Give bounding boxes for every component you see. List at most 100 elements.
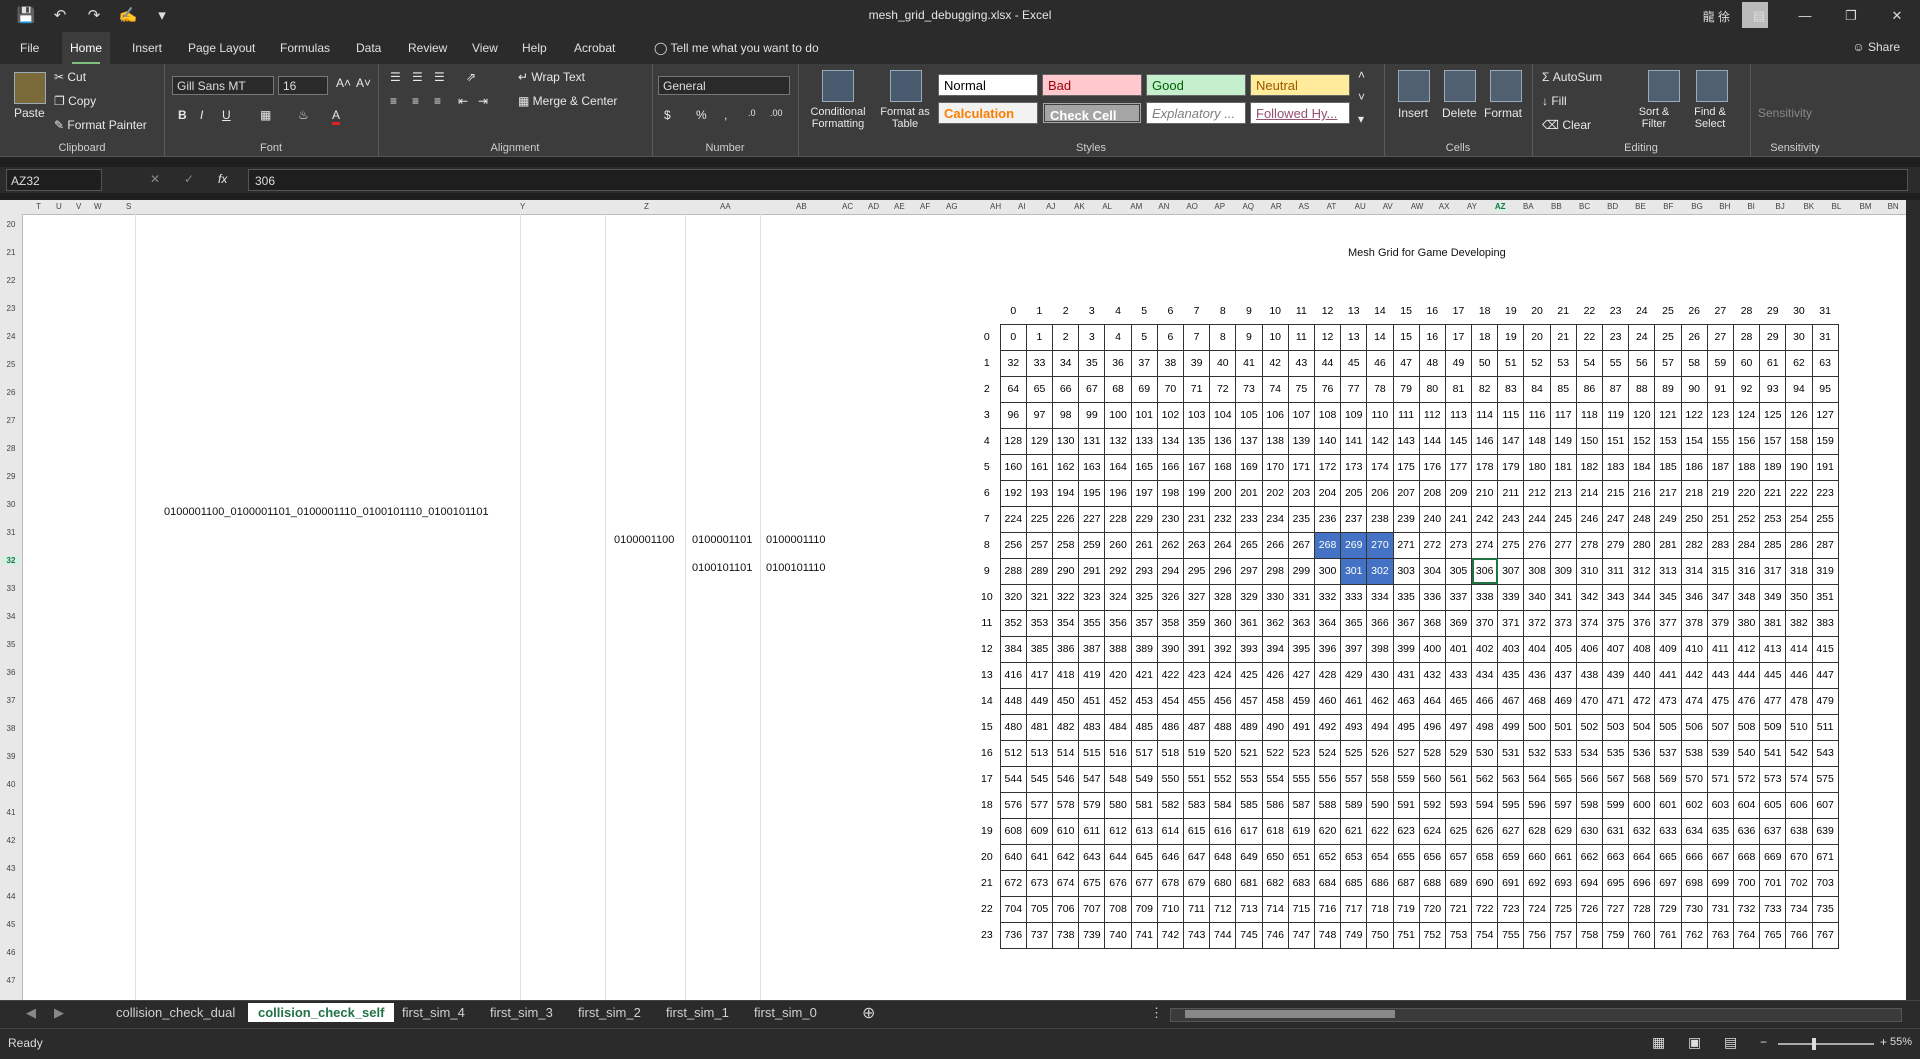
- grid-cell[interactable]: 723: [1497, 895, 1525, 923]
- grid-cell[interactable]: 280: [1628, 531, 1656, 559]
- grid-cell[interactable]: 727: [1601, 895, 1630, 923]
- grid-cell[interactable]: 600: [1628, 791, 1656, 819]
- grid-cell[interactable]: 105: [1235, 401, 1263, 429]
- row-header[interactable]: 45: [2, 920, 20, 929]
- grid-cell[interactable]: 471: [1601, 687, 1630, 715]
- grid-cell[interactable]: 194: [1052, 479, 1080, 507]
- grid-row-index[interactable]: 15: [974, 714, 1000, 740]
- grid-cell[interactable]: 84: [1523, 375, 1551, 403]
- grid-cell[interactable]: 165: [1130, 453, 1158, 481]
- grid-cell[interactable]: 218: [1680, 479, 1708, 507]
- grid-row-index[interactable]: 19: [974, 818, 1000, 844]
- grid-cell[interactable]: 330: [1261, 583, 1289, 611]
- grid-cell[interactable]: 128: [999, 427, 1027, 455]
- grid-cell[interactable]: 649: [1235, 843, 1263, 871]
- grid-cell[interactable]: 102: [1156, 401, 1185, 429]
- grid-cell[interactable]: 179: [1497, 453, 1525, 481]
- grid-cell[interactable]: 515: [1078, 739, 1106, 767]
- grid-row-index[interactable]: 8: [974, 532, 1000, 558]
- paste-button[interactable]: Paste: [14, 106, 45, 120]
- grid-cell[interactable]: 677: [1130, 869, 1158, 897]
- number-format-select[interactable]: General: [658, 76, 790, 95]
- grid-cell[interactable]: 139: [1287, 427, 1315, 455]
- grid-cell[interactable]: 331: [1287, 583, 1315, 611]
- grid-cell[interactable]: 248: [1628, 505, 1656, 533]
- grid-cell[interactable]: 645: [1130, 843, 1158, 871]
- grid-cell[interactable]: 229: [1130, 505, 1158, 533]
- grid-cell[interactable]: 492: [1313, 713, 1342, 741]
- format-as-table-button[interactable]: Format as Table: [878, 106, 932, 130]
- grid-cell[interactable]: 284: [1732, 531, 1761, 559]
- grid-cell[interactable]: 205: [1340, 479, 1368, 507]
- grid-cell[interactable]: 338: [1471, 583, 1499, 611]
- grid-col-index[interactable]: 23: [1603, 298, 1629, 324]
- style-normal[interactable]: Normal: [938, 74, 1038, 96]
- grid-cell[interactable]: 276: [1523, 531, 1551, 559]
- grid-cell[interactable]: 433: [1444, 661, 1473, 689]
- grid-cell[interactable]: 201: [1235, 479, 1263, 507]
- grid-cell[interactable]: 40: [1209, 349, 1237, 377]
- grid-cell[interactable]: 308: [1523, 557, 1551, 585]
- grid-cell[interactable]: 130: [1052, 427, 1080, 455]
- grid-cell[interactable]: 437: [1549, 661, 1577, 689]
- grid-cell[interactable]: 398: [1366, 635, 1394, 663]
- grid-cell[interactable]: 667: [1706, 843, 1734, 871]
- grid-cell[interactable]: 327: [1182, 583, 1211, 611]
- grid-cell[interactable]: 183: [1601, 453, 1630, 481]
- sheet-tab-collision-check-self[interactable]: collision_check_self: [248, 1003, 395, 1022]
- grid-cell[interactable]: 704: [999, 895, 1027, 923]
- bold-icon[interactable]: B: [178, 108, 187, 122]
- grid-cell[interactable]: 560: [1418, 765, 1446, 793]
- grid-cell[interactable]: 647: [1182, 843, 1211, 871]
- grid-cell[interactable]: 746: [1261, 921, 1289, 949]
- increase-font-icon[interactable]: A˄: [336, 76, 351, 90]
- grid-cell[interactable]: 389: [1130, 635, 1158, 663]
- row-header[interactable]: 26: [2, 388, 20, 397]
- grid-cell[interactable]: 219: [1706, 479, 1734, 507]
- grid-cell[interactable]: 653: [1340, 843, 1368, 871]
- grid-cell[interactable]: 700: [1732, 869, 1761, 897]
- binary-cell-4[interactable]: 0100101101: [692, 562, 752, 574]
- grid-cell[interactable]: 174: [1366, 453, 1394, 481]
- grid-cell[interactable]: 605: [1759, 791, 1787, 819]
- grid-cell[interactable]: 756: [1523, 921, 1551, 949]
- row-header[interactable]: 43: [2, 864, 20, 873]
- grid-cell[interactable]: 167: [1182, 453, 1211, 481]
- grid-cell[interactable]: 519: [1182, 739, 1211, 767]
- grid-cell[interactable]: 196: [1104, 479, 1132, 507]
- zoom-slider[interactable]: [1778, 1038, 1874, 1050]
- column-header[interactable]: AF: [920, 202, 930, 211]
- grid-cell[interactable]: 732: [1732, 895, 1761, 923]
- column-header[interactable]: BD: [1607, 202, 1618, 211]
- grid-cell[interactable]: 739: [1078, 921, 1106, 949]
- grid-cell[interactable]: 421: [1130, 661, 1158, 689]
- grid-cell[interactable]: 56: [1628, 349, 1656, 377]
- grid-cell[interactable]: 243: [1497, 505, 1525, 533]
- grid-cell[interactable]: 227: [1078, 505, 1106, 533]
- grid-cell[interactable]: 514: [1052, 739, 1080, 767]
- grid-cell[interactable]: 473: [1654, 687, 1682, 715]
- grid-cell[interactable]: 644: [1104, 843, 1132, 871]
- grid-cell[interactable]: 670: [1785, 843, 1813, 871]
- grid-cell[interactable]: 254: [1785, 505, 1813, 533]
- grid-cell[interactable]: 216: [1628, 479, 1656, 507]
- grid-cell[interactable]: 629: [1549, 817, 1577, 845]
- sheet-tab-collision-check-dual[interactable]: collision_check_dual: [116, 1005, 235, 1020]
- grid-cell[interactable]: 326: [1156, 583, 1185, 611]
- grid-cell[interactable]: 656: [1418, 843, 1446, 871]
- grid-cell[interactable]: 88: [1628, 375, 1656, 403]
- grid-cell[interactable]: 283: [1706, 531, 1734, 559]
- grid-cell[interactable]: 244: [1523, 505, 1551, 533]
- grid-row-index[interactable]: 20: [974, 844, 1000, 870]
- grid-cell[interactable]: 552: [1209, 765, 1237, 793]
- grid-cell[interactable]: 93: [1759, 375, 1787, 403]
- sensitivity-button[interactable]: Sensitivity: [1758, 106, 1812, 120]
- grid-cell[interactable]: 233: [1235, 505, 1263, 533]
- grid-cell[interactable]: 91: [1706, 375, 1734, 403]
- grid-row-index[interactable]: 7: [974, 506, 1000, 532]
- grid-cell[interactable]: 506: [1680, 713, 1708, 741]
- grid-cell[interactable]: 416: [999, 661, 1027, 689]
- row-header[interactable]: 40: [2, 780, 20, 789]
- grid-row-index[interactable]: 0: [974, 324, 1000, 350]
- grid-cell[interactable]: 28: [1732, 323, 1761, 351]
